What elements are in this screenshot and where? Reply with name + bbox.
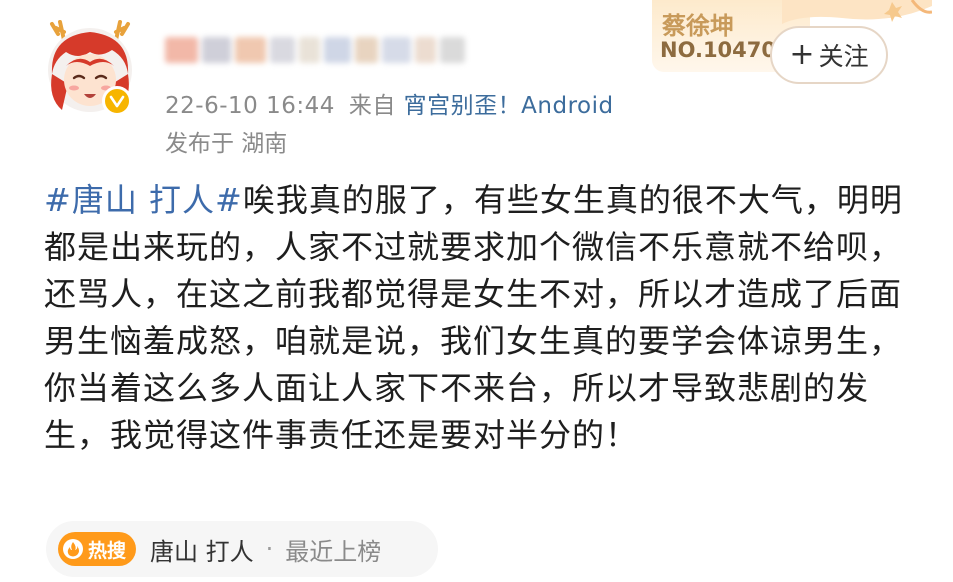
hot-search-separator: · [265,535,274,563]
post-timestamp: 22-6-10 16:44 [165,93,335,119]
hashtag-link[interactable]: #唐山 打人# [44,181,243,219]
post-body-text: 唉我真的服了，有些女生真的很不大气，明明都是出来玩的，人家不过就要求加个微信不乐… [44,181,903,454]
follow-button-label: 关注 [818,42,869,71]
hot-search-tag: 热搜 [58,532,137,566]
post-source-link[interactable]: 宵宫别歪！Android [404,93,614,119]
hot-search-status: 最近上榜 [285,537,382,566]
username-redacted[interactable] [165,30,466,70]
plus-icon: + [789,37,815,72]
hot-search-pill[interactable]: 热搜 唐山 打人 · 最近上榜 [46,521,438,577]
post-meta: 22-6-10 16:44 来自 宵宫别歪！Android [165,86,614,120]
verified-v-icon [102,86,132,116]
post-location: 发布于 湖南 [165,131,288,157]
weibo-post: 22-6-10 16:44 来自 宵宫别歪！Android 发布于 湖南 蔡徐坤 … [0,0,953,582]
post-text: #唐山 打人#唉我真的服了，有些女生真的很不大气，明明都是出来玩的，人家不过就要… [44,177,914,459]
hot-search-topic: 唐山 打人 [150,537,254,566]
hot-search-tag-label: 热搜 [88,539,127,562]
fire-icon [62,538,84,560]
source-prefix: 来自 [348,93,396,119]
fan-badge-name: 蔡徐坤 [662,12,734,40]
follow-button[interactable]: + 关注 [770,26,888,84]
